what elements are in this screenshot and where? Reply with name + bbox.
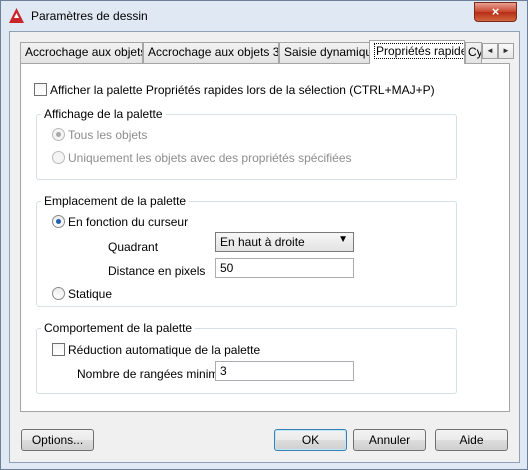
radio-static[interactable]: Statique bbox=[52, 287, 112, 301]
dropdown-arrow-icon: ▼ bbox=[338, 234, 348, 245]
distance-value: 50 bbox=[220, 261, 234, 275]
dialog-body: Accrochage aux objets Accrochage aux obj… bbox=[9, 31, 520, 463]
tab-scroll-left-button[interactable]: ◄ bbox=[482, 43, 498, 59]
title-bar[interactable]: Paramètres de dessin × bbox=[1, 1, 527, 31]
tab-label: Accrochage aux objets 3D bbox=[148, 45, 279, 59]
window-title: Paramètres de dessin bbox=[31, 9, 148, 23]
arrow-left-icon: ◄ bbox=[486, 46, 494, 55]
arrow-right-icon: ► bbox=[502, 46, 510, 55]
show-palette-label: Afficher la palette Propriétés rapides l… bbox=[50, 83, 435, 97]
options-label: Options... bbox=[31, 433, 84, 447]
tab-label: Saisie dynamique bbox=[284, 45, 371, 59]
radio-specified-objects[interactable]: Uniquement les objets avec des propriété… bbox=[52, 151, 352, 165]
options-button[interactable]: Options... bbox=[21, 429, 94, 451]
tab-quick-properties[interactable]: Propriétés rapides bbox=[369, 40, 465, 64]
tab-label: Propriétés rapides bbox=[374, 43, 464, 59]
min-rows-input[interactable]: 3 bbox=[215, 361, 354, 381]
tab-scroll-right-button[interactable]: ► bbox=[498, 43, 514, 59]
palette-behavior-group: Comportement de la palette Réduction aut… bbox=[36, 321, 457, 394]
close-button[interactable]: × bbox=[474, 2, 517, 22]
radio-all-objects[interactable]: Tous les objets bbox=[52, 128, 147, 142]
quadrant-label: Quadrant bbox=[108, 240, 159, 254]
radio-button[interactable] bbox=[52, 215, 65, 228]
checkbox-box[interactable] bbox=[52, 343, 65, 356]
cancel-button[interactable]: Annuler bbox=[353, 429, 426, 451]
cancel-label: Annuler bbox=[368, 433, 411, 447]
group-title: Comportement de la palette bbox=[41, 321, 196, 335]
tab-label: Cy bbox=[468, 45, 482, 59]
auto-reduce-label: Réduction automatique de la palette bbox=[68, 343, 261, 357]
palette-location-group: Emplacement de la palette En fonction du… bbox=[36, 194, 457, 307]
radio-button[interactable] bbox=[52, 287, 65, 300]
min-rows-label: Nombre de rangées minimal bbox=[77, 367, 228, 381]
ok-label: OK bbox=[301, 433, 320, 447]
close-icon: × bbox=[491, 4, 500, 19]
quadrant-dropdown[interactable]: En haut à droite ▼ bbox=[215, 232, 354, 252]
radio-label: En fonction du curseur bbox=[68, 215, 189, 229]
tab-label: Accrochage aux objets bbox=[25, 45, 143, 59]
tab-object-snap[interactable]: Accrochage aux objets bbox=[20, 42, 143, 63]
group-title: Affichage de la palette bbox=[41, 107, 166, 121]
distance-label: Distance en pixels bbox=[108, 264, 206, 278]
radio-cursor-dependent[interactable]: En fonction du curseur bbox=[52, 215, 188, 229]
help-button[interactable]: Aide bbox=[435, 429, 508, 451]
radio-label: Uniquement les objets avec des propriété… bbox=[68, 151, 352, 165]
group-title: Emplacement de la palette bbox=[41, 194, 190, 208]
autocad-logo-icon bbox=[9, 8, 24, 23]
distance-input[interactable]: 50 bbox=[215, 258, 354, 278]
show-palette-checkbox[interactable]: Afficher la palette Propriétés rapides l… bbox=[34, 83, 435, 97]
radio-label: Tous les objets bbox=[68, 128, 148, 142]
radio-label: Statique bbox=[68, 287, 113, 301]
radio-button[interactable] bbox=[52, 128, 65, 141]
min-rows-value: 3 bbox=[220, 364, 227, 378]
tab-cycling-partial[interactable]: Cy bbox=[465, 42, 482, 63]
dialog-window: Paramètres de dessin × Accrochage aux ob… bbox=[0, 0, 528, 470]
quick-properties-panel: Afficher la palette Propriétés rapides l… bbox=[20, 63, 510, 412]
quadrant-value: En haut à droite bbox=[220, 235, 305, 249]
palette-display-group: Affichage de la palette Tous les objets … bbox=[36, 107, 457, 180]
ok-button[interactable]: OK bbox=[274, 429, 347, 451]
auto-reduce-checkbox[interactable]: Réduction automatique de la palette bbox=[52, 343, 260, 357]
radio-button[interactable] bbox=[52, 151, 65, 164]
tab-3d-object-snap[interactable]: Accrochage aux objets 3D bbox=[143, 42, 279, 63]
help-label: Aide bbox=[459, 433, 484, 447]
tab-dynamic-input[interactable]: Saisie dynamique bbox=[279, 42, 371, 63]
checkbox-box[interactable] bbox=[34, 83, 47, 96]
